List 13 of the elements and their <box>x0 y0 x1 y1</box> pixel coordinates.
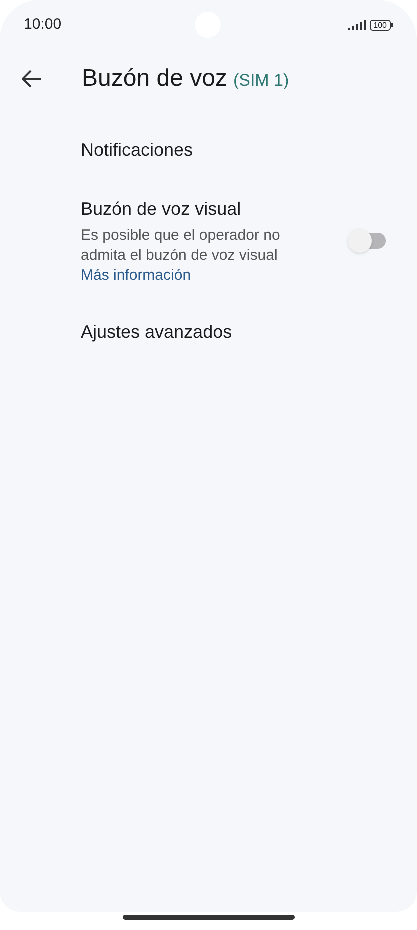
signal-icon <box>348 20 366 30</box>
more-info-link[interactable]: Más información <box>81 266 192 286</box>
battery-indicator: 100 <box>370 20 393 30</box>
sim-label: (SIM 1) <box>233 70 290 92</box>
home-indicator[interactable] <box>123 915 295 920</box>
back-arrow-icon <box>22 70 42 88</box>
settings-item[interactable]: Notificaciones <box>81 136 387 164</box>
item-description: Es posible que el operador no admita el buzón de voz visual <box>81 226 282 266</box>
toggle-switch[interactable] <box>348 229 386 253</box>
settings-item[interactable]: Ajustes avanzados <box>81 318 387 346</box>
page-title: Buzón de voz <box>82 64 228 94</box>
status-time: 10:00 <box>24 14 62 35</box>
item-title: Buzón de voz visual <box>81 198 242 221</box>
